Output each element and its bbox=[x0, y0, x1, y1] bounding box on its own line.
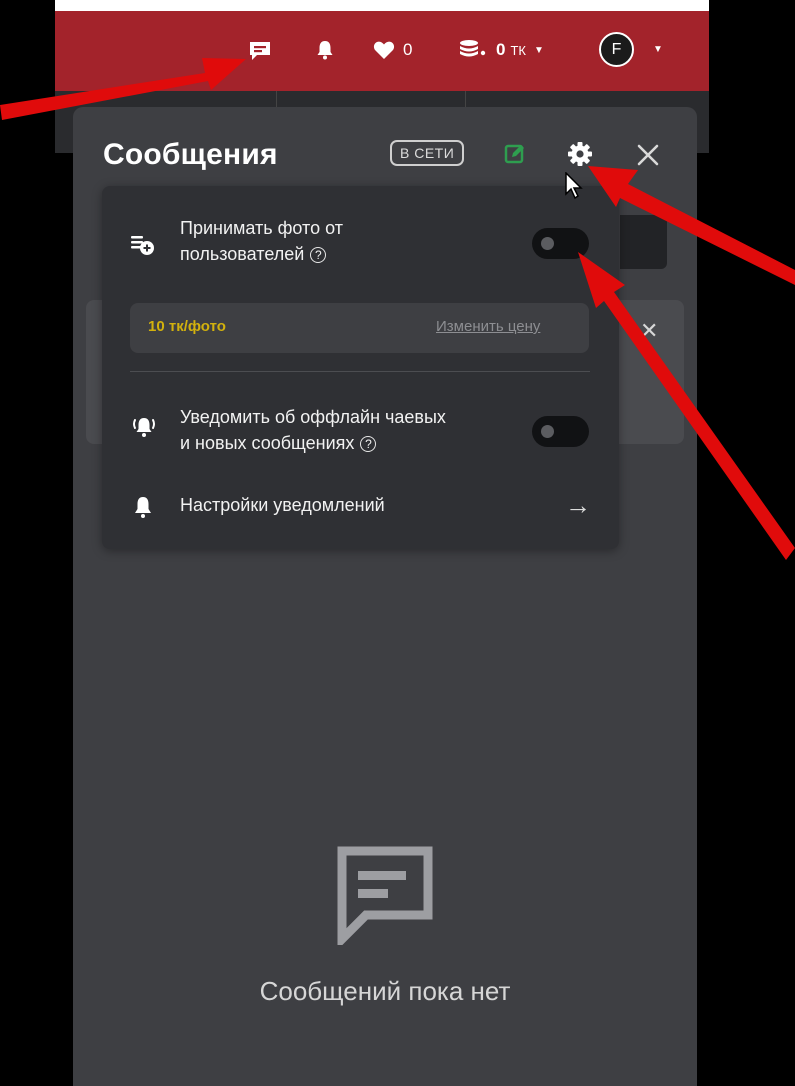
annotation-arrows bbox=[0, 58, 795, 560]
annotation-arrow-to-gear-icon bbox=[588, 166, 795, 285]
annotation-arrow-to-toggle bbox=[578, 252, 795, 560]
annotation-arrow-to-chat-icon bbox=[0, 58, 246, 120]
screenshot-stage: 0 0 ТК ▼ F ▼ ✕ Сообщения В СЕТИ Принимат… bbox=[0, 0, 795, 1086]
